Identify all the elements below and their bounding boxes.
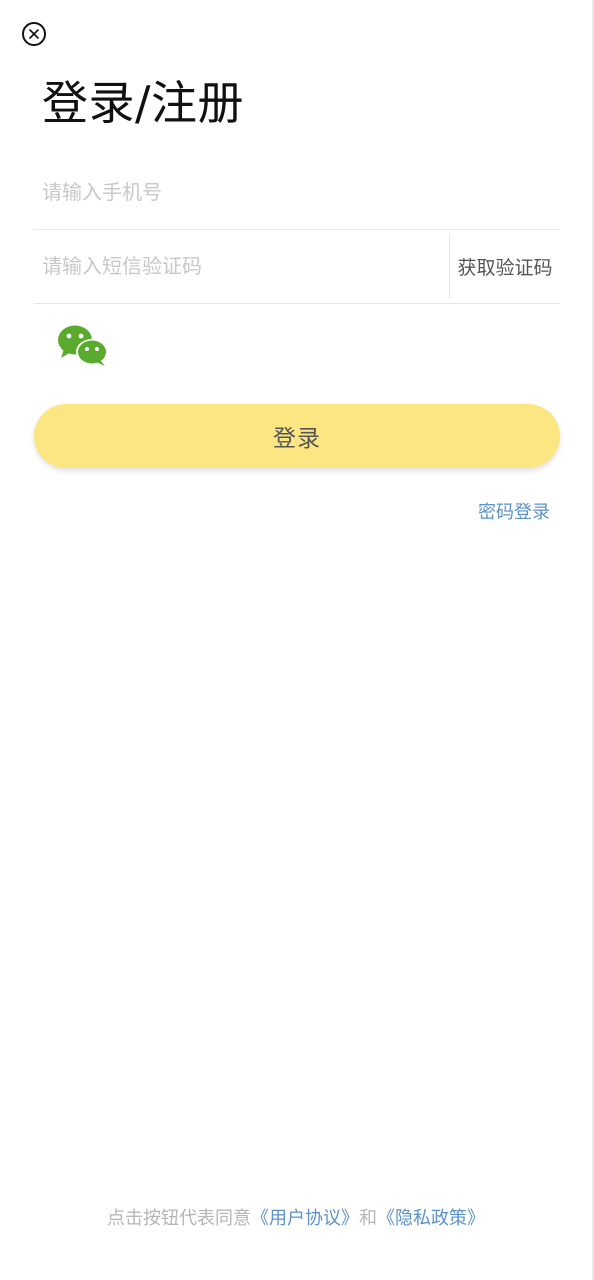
close-icon (29, 29, 39, 39)
agreement-prefix: 点击按钮代表同意 (107, 1208, 251, 1229)
wechat-icon (56, 325, 110, 372)
login-screen: 登录/注册 获取验证码 登录 密码登录 点击按 (0, 0, 594, 1280)
wechat-login-button[interactable] (56, 322, 110, 368)
phone-field-row (34, 155, 560, 230)
close-button[interactable] (22, 22, 46, 46)
page-title: 登录/注册 (42, 76, 244, 130)
get-code-button[interactable]: 获取验证码 (450, 253, 560, 280)
privacy-policy-link[interactable]: 《隐私政策》 (377, 1208, 485, 1229)
sms-code-input[interactable] (34, 229, 449, 303)
agreement-text: 点击按钮代表同意《用户协议》和《隐私政策》 (0, 1206, 592, 1232)
user-agreement-link[interactable]: 《用户协议》 (251, 1208, 359, 1229)
login-button[interactable]: 登录 (34, 404, 560, 468)
sms-code-field-row: 获取验证码 (34, 229, 560, 304)
phone-input[interactable] (34, 155, 560, 229)
agreement-conjunction: 和 (359, 1208, 377, 1229)
password-login-link[interactable]: 密码登录 (478, 500, 550, 526)
